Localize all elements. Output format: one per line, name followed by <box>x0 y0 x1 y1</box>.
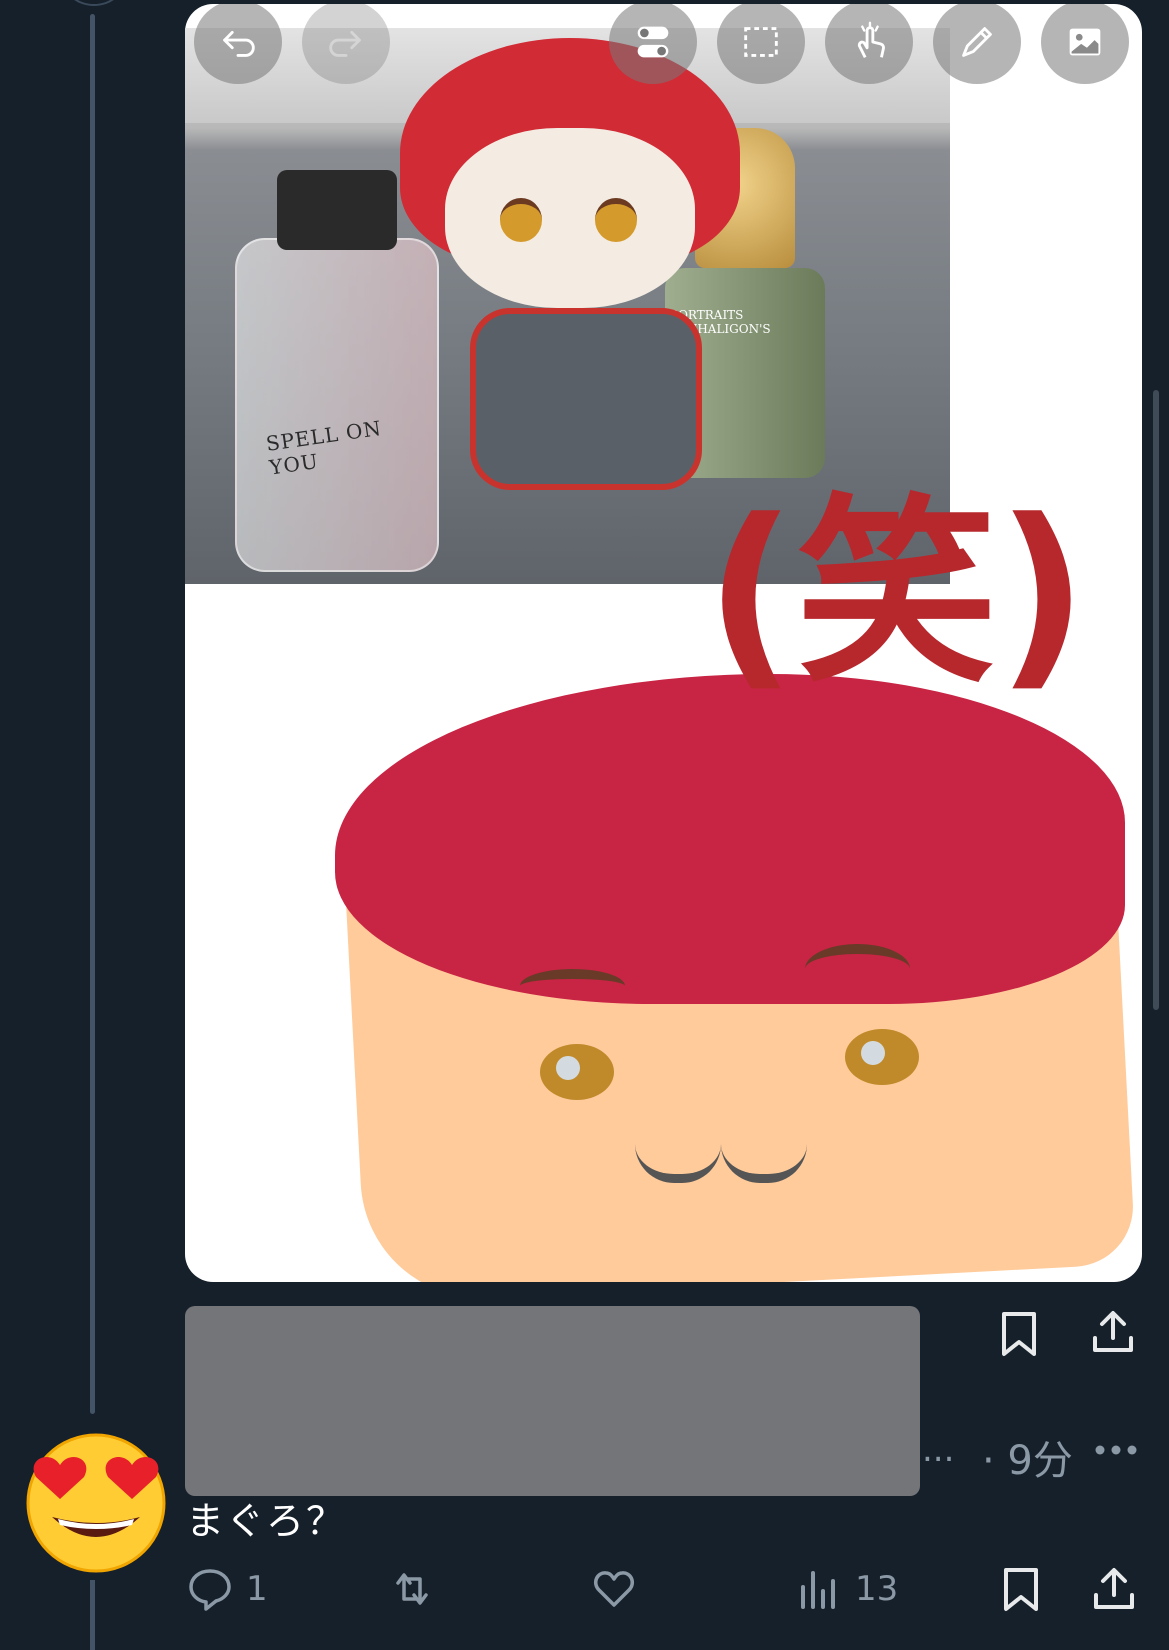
retweet-button[interactable] <box>388 1565 448 1613</box>
heart-icon <box>594 1571 634 1607</box>
bookmark-button[interactable] <box>997 1565 1045 1613</box>
bookmark-icon <box>1004 1568 1038 1611</box>
reply-text: まぐろ？ <box>186 1499 347 1543</box>
share-button[interactable] <box>1090 1565 1138 1613</box>
share-icon <box>1094 1568 1134 1609</box>
share-icon[interactable] <box>1090 1308 1136 1356</box>
media-image[interactable]: SPELL ON YOU PORTRAITS PENHALIGON'S (笑) <box>185 4 1142 1282</box>
doodle-drawing <box>335 674 1136 1282</box>
comment-icon <box>189 1569 231 1611</box>
redacted-block <box>185 1306 920 1496</box>
view-count: 13 <box>855 1569 899 1609</box>
thread-line <box>90 14 95 1414</box>
views-icon <box>801 1571 835 1609</box>
image-icon[interactable] <box>1041 4 1129 84</box>
comment-count: 1 <box>246 1569 268 1609</box>
reply-timestamp[interactable]: · 9分 <box>982 1428 1073 1486</box>
reply-actions: 1 13 <box>0 1565 1169 1625</box>
pencil-icon[interactable] <box>933 4 1021 84</box>
scrollbar[interactable] <box>1153 390 1159 1010</box>
reply-name-overflow: ... <box>922 1430 955 1470</box>
plush-doll <box>400 38 740 538</box>
views-button[interactable]: 13 <box>795 1565 898 1613</box>
like-button[interactable] <box>590 1565 650 1613</box>
comment-button[interactable]: 1 <box>186 1565 268 1613</box>
laugh-overlay-text: (笑) <box>705 477 1088 710</box>
previous-avatar[interactable] <box>64 0 124 6</box>
heart-eyes-emoji-avatar[interactable] <box>22 1425 170 1573</box>
more-options-icon[interactable] <box>1093 1440 1139 1460</box>
bookmark-icon[interactable] <box>997 1310 1041 1358</box>
retweet-icon <box>396 1573 428 1605</box>
